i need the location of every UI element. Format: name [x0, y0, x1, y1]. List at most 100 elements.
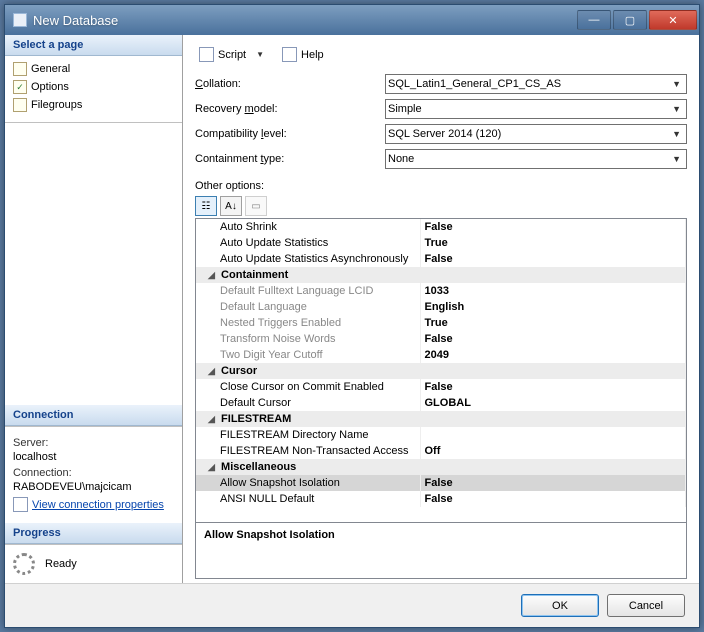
- left-pane: Select a page General Options Filegroups…: [5, 35, 183, 583]
- view-connection-properties-link[interactable]: View connection properties: [13, 497, 164, 512]
- page-general[interactable]: General: [9, 60, 178, 78]
- property-row[interactable]: FILESTREAM Non-Transacted AccessOff: [196, 443, 686, 459]
- prop-name[interactable]: Auto Update Statistics: [196, 235, 420, 251]
- compat-label: Compatibility level:: [195, 128, 385, 140]
- containment-label: Containment type:: [195, 153, 385, 165]
- prop-value[interactable]: GLOBAL: [420, 395, 686, 411]
- prop-name[interactable]: Two Digit Year Cutoff: [196, 347, 420, 363]
- prop-name[interactable]: Allow Snapshot Isolation: [196, 475, 420, 491]
- prop-value[interactable]: Off: [420, 443, 686, 459]
- server-value: localhost: [13, 451, 174, 463]
- property-row[interactable]: Nested Triggers EnabledTrue: [196, 315, 686, 331]
- ok-button[interactable]: OK: [521, 594, 599, 617]
- category-miscellaneous[interactable]: ◢ Miscellaneous: [196, 459, 686, 475]
- window-title: New Database: [33, 13, 577, 28]
- prop-name[interactable]: FILESTREAM Directory Name: [196, 427, 420, 443]
- alphabetical-button[interactable]: A↓: [220, 196, 242, 216]
- prop-value[interactable]: True: [420, 315, 686, 331]
- property-row[interactable]: Auto Update StatisticsTrue: [196, 235, 686, 251]
- property-row[interactable]: Default Fulltext Language LCID1033: [196, 283, 686, 299]
- dialog-body: Select a page General Options Filegroups…: [5, 35, 699, 583]
- categorized-button[interactable]: ☷: [195, 196, 217, 216]
- recovery-select[interactable]: Simple▼: [385, 99, 687, 119]
- prop-value[interactable]: English: [420, 299, 686, 315]
- prop-name[interactable]: Default Cursor: [196, 395, 420, 411]
- property-pages-button[interactable]: ▭: [245, 196, 267, 216]
- property-row[interactable]: Two Digit Year Cutoff2049: [196, 347, 686, 363]
- prop-name[interactable]: Auto Shrink: [196, 219, 420, 235]
- prop-value[interactable]: 1033: [420, 283, 686, 299]
- prop-value[interactable]: False: [420, 475, 686, 491]
- property-row[interactable]: Default LanguageEnglish: [196, 299, 686, 315]
- prop-name[interactable]: FILESTREAM Non-Transacted Access: [196, 443, 420, 459]
- property-grid-body[interactable]: Auto ShrinkFalseAuto Update StatisticsTr…: [196, 219, 686, 522]
- property-description: Allow Snapshot Isolation: [196, 522, 686, 578]
- dialog-window: New Database — ▢ ✕ Select a page General…: [4, 4, 700, 628]
- compat-select[interactable]: SQL Server 2014 (120)▼: [385, 124, 687, 144]
- category-cursor[interactable]: ◢ Cursor: [196, 363, 686, 379]
- prop-value[interactable]: False: [420, 331, 686, 347]
- maximize-button[interactable]: ▢: [613, 10, 647, 30]
- prop-name[interactable]: Nested Triggers Enabled: [196, 315, 420, 331]
- progress-block: Ready: [5, 544, 182, 583]
- connection-label: Connection:: [13, 467, 174, 479]
- connection-block: Server: localhost Connection: RABODEVEU\…: [5, 426, 182, 523]
- progress-spinner-icon: [13, 553, 35, 575]
- database-icon: [13, 13, 27, 27]
- property-row[interactable]: FILESTREAM Directory Name: [196, 427, 686, 443]
- close-button[interactable]: ✕: [649, 10, 697, 30]
- help-button[interactable]: Help: [278, 45, 328, 64]
- prop-value[interactable]: False: [420, 491, 686, 507]
- property-row[interactable]: Close Cursor on Commit EnabledFalse: [196, 379, 686, 395]
- prop-name[interactable]: Default Language: [196, 299, 420, 315]
- select-page-header: Select a page: [5, 35, 182, 56]
- property-row[interactable]: ◢ FILESTREAM: [196, 411, 686, 427]
- category-filestream[interactable]: ◢ FILESTREAM: [196, 411, 686, 427]
- right-pane: Script ▼ Help Collation: SQL_Latin1_Gene…: [183, 35, 699, 583]
- prop-value[interactable]: True: [420, 235, 686, 251]
- property-row[interactable]: Default CursorGLOBAL: [196, 395, 686, 411]
- prop-value[interactable]: False: [420, 219, 686, 235]
- help-icon: [282, 47, 297, 62]
- prop-name[interactable]: Transform Noise Words: [196, 331, 420, 347]
- page-icon: [13, 80, 27, 94]
- property-row[interactable]: ANSI NULL DefaultFalse: [196, 491, 686, 507]
- chevron-down-icon: ▼: [669, 129, 684, 139]
- cancel-button[interactable]: Cancel: [607, 594, 685, 617]
- containment-select[interactable]: None▼: [385, 149, 687, 169]
- connection-properties-icon: [13, 497, 28, 512]
- collation-label: Collation:: [195, 78, 385, 90]
- property-grid: Auto ShrinkFalseAuto Update StatisticsTr…: [195, 218, 687, 579]
- page-options[interactable]: Options: [9, 78, 178, 96]
- button-bar: OK Cancel: [5, 583, 699, 627]
- prop-value[interactable]: False: [420, 251, 686, 267]
- page-filegroups[interactable]: Filegroups: [9, 96, 178, 114]
- property-row[interactable]: Transform Noise WordsFalse: [196, 331, 686, 347]
- prop-name[interactable]: Close Cursor on Commit Enabled: [196, 379, 420, 395]
- script-button[interactable]: Script: [195, 45, 250, 64]
- property-row[interactable]: ◢ Miscellaneous: [196, 459, 686, 475]
- connection-value: RABODEVEU\majcicam: [13, 481, 174, 493]
- property-row[interactable]: ◢ Containment: [196, 267, 686, 283]
- prop-value[interactable]: 2049: [420, 347, 686, 363]
- script-dropdown[interactable]: ▼: [254, 50, 266, 59]
- prop-value[interactable]: [420, 427, 686, 443]
- category-containment[interactable]: ◢ Containment: [196, 267, 686, 283]
- titlebar[interactable]: New Database — ▢ ✕: [5, 5, 699, 35]
- property-row[interactable]: ◢ Cursor: [196, 363, 686, 379]
- property-row[interactable]: Allow Snapshot IsolationFalse: [196, 475, 686, 491]
- property-row[interactable]: Auto ShrinkFalse: [196, 219, 686, 235]
- property-row[interactable]: Auto Update Statistics AsynchronouslyFal…: [196, 251, 686, 267]
- prop-name[interactable]: Default Fulltext Language LCID: [196, 283, 420, 299]
- collation-select[interactable]: SQL_Latin1_General_CP1_CS_AS▼: [385, 74, 687, 94]
- prop-value[interactable]: False: [420, 379, 686, 395]
- progress-text: Ready: [45, 558, 77, 570]
- script-icon: [199, 47, 214, 62]
- page-icon: [13, 98, 27, 112]
- prop-name[interactable]: ANSI NULL Default: [196, 491, 420, 507]
- prop-name[interactable]: Auto Update Statistics Asynchronously: [196, 251, 420, 267]
- chevron-down-icon: ▼: [669, 104, 684, 114]
- minimize-button[interactable]: —: [577, 10, 611, 30]
- other-options-label: Other options:: [195, 180, 687, 192]
- toolbar: Script ▼ Help: [195, 45, 687, 64]
